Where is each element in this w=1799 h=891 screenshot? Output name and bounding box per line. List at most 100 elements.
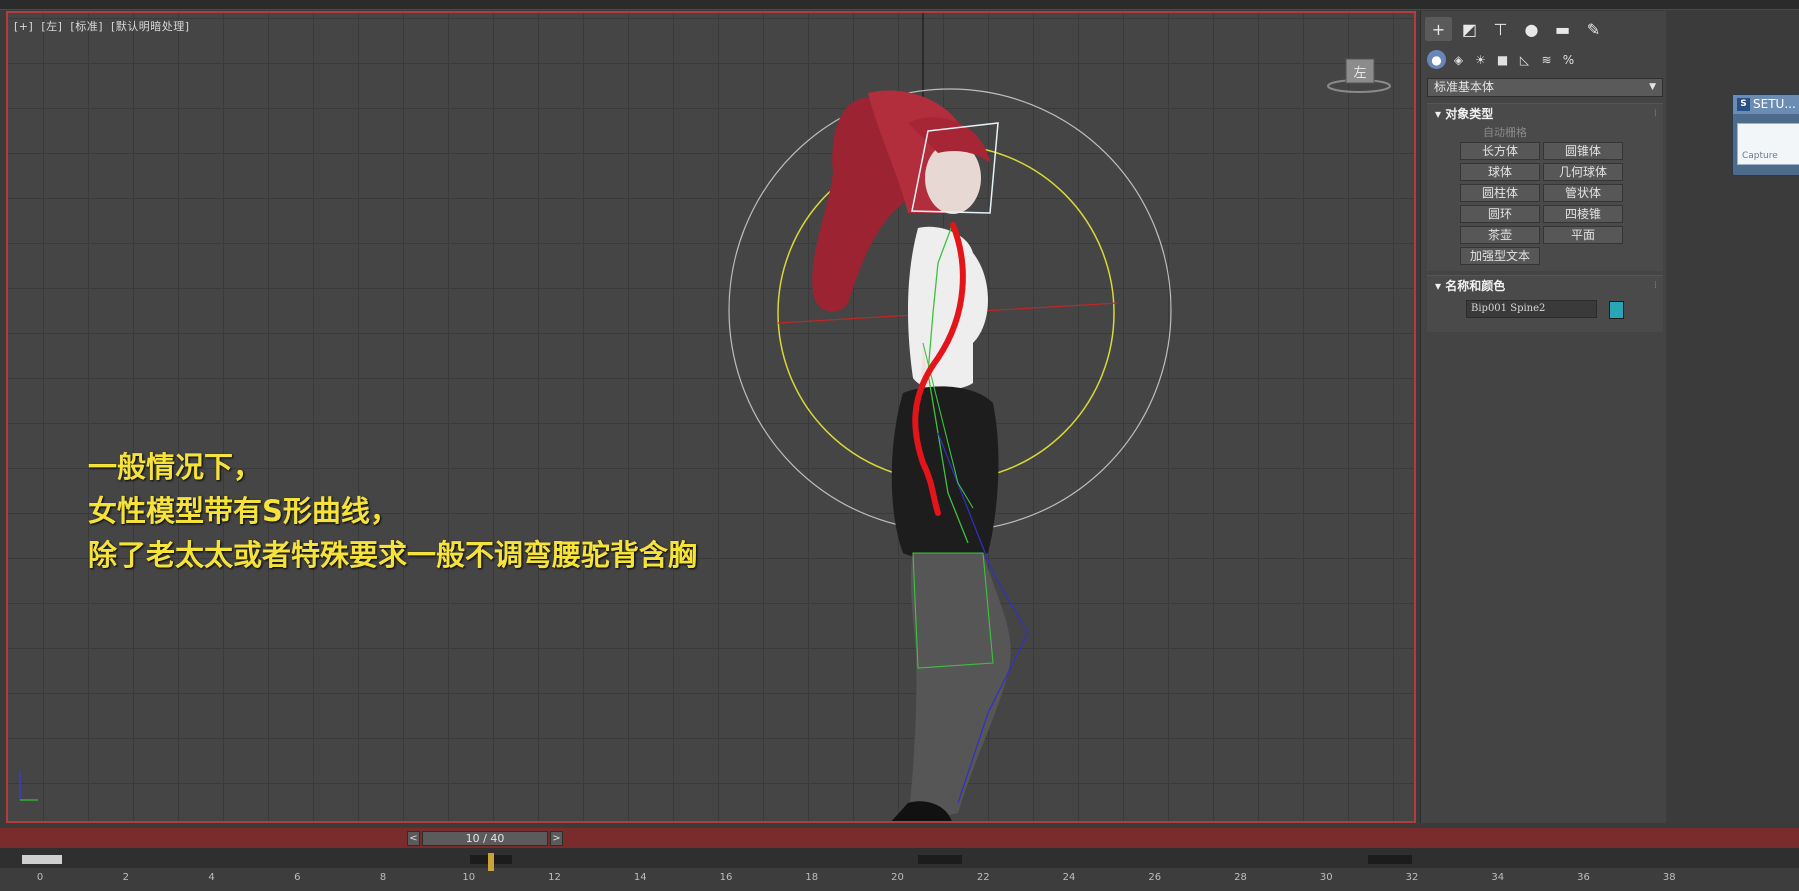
trackbar-tick-label: 2: [122, 872, 129, 883]
helpers-icon[interactable]: ◺: [1515, 50, 1534, 69]
pyramid-button[interactable]: 四棱锥: [1543, 205, 1623, 223]
box-button[interactable]: 长方体: [1460, 142, 1540, 160]
motion-tab[interactable]: ●: [1518, 17, 1545, 41]
teapot-button[interactable]: 茶壶: [1460, 226, 1540, 244]
modify-icon: ◩: [1461, 19, 1478, 39]
name-color-header[interactable]: ▾ 名称和颜色 ⁞: [1427, 276, 1663, 296]
object-type-rollout: ▾ 对象类型 ⁞ 自动栅格 长方体 圆锥体 球体 几何球体 圆柱体 管状体 圆环…: [1427, 103, 1663, 271]
geosphere-button[interactable]: 几何球体: [1543, 163, 1623, 181]
time-slider-thumb[interactable]: 10 / 40: [422, 831, 548, 846]
torus-button[interactable]: 圆环: [1460, 205, 1540, 223]
trackbar-tick-label: 32: [1405, 872, 1419, 883]
plane-button[interactable]: 平面: [1543, 226, 1623, 244]
wrench-icon: ✎: [1586, 19, 1601, 39]
name-color-title: 名称和颜色: [1445, 279, 1506, 293]
sphere-button[interactable]: 球体: [1460, 163, 1540, 181]
category-dropdown-value: 标准基本体: [1434, 80, 1495, 94]
category-dropdown[interactable]: 标准基本体 ▼: [1427, 78, 1663, 97]
tube-button[interactable]: 管状体: [1543, 184, 1623, 202]
caption-line-3: 除了老太太或者特殊要求一般不调弯腰驼背含胸: [88, 538, 698, 572]
trackbar-range-marker: [22, 855, 62, 864]
trackbar-tick-label: 0: [36, 872, 44, 883]
viewcube[interactable]: 左: [1326, 51, 1392, 101]
create-tab[interactable]: +: [1425, 17, 1452, 41]
motion-icon: ●: [1524, 19, 1539, 39]
modify-tab[interactable]: ◩: [1456, 17, 1483, 41]
title-strip: [0, 0, 1799, 10]
setup-window-title: SETU...: [1753, 97, 1796, 111]
object-name-field[interactable]: Bip001 Spine2: [1466, 300, 1597, 318]
time-prev-button[interactable]: <: [407, 831, 420, 846]
rollout-collapse-icon: ▾: [1435, 107, 1446, 121]
name-color-rollout: ▾ 名称和颜色 ⁞ Bip001 Spine2: [1427, 275, 1663, 332]
character-model: [812, 90, 1029, 821]
object-color-swatch[interactable]: [1609, 301, 1624, 319]
subtitle-caption: 一般情况下， 女性模型带有S形曲线， 除了老太太或者特殊要求一般不调弯腰驼背含胸: [88, 445, 697, 577]
geometry-icon[interactable]: ●: [1427, 50, 1446, 69]
trackbar-tick-label: 38: [1662, 872, 1676, 883]
trackbar-tick-label: 28: [1234, 872, 1247, 883]
trackbar-tick-label: 24: [1062, 872, 1076, 883]
display-icon: ▬: [1554, 19, 1571, 39]
create-category-tabs: ● ◈ ☀ ■ ◺ ≋ %: [1427, 50, 1578, 69]
object-type-buttons: 长方体 圆锥体 球体 几何球体 圆柱体 管状体 圆环 四棱锥 茶壶 平面 加强型…: [1427, 142, 1663, 271]
plus-icon: +: [1431, 19, 1446, 39]
caption-line-2: 女性模型带有S形曲线，: [88, 494, 399, 528]
cylinder-button[interactable]: 圆柱体: [1460, 184, 1540, 202]
rollout-grip-icon: ⁞: [1653, 108, 1657, 119]
time-slider-bar[interactable]: [0, 828, 1799, 848]
lights-icon[interactable]: ☀: [1471, 50, 1490, 69]
trackbar-tick-label: 18: [805, 872, 819, 883]
viewcube-face-label: 左: [1353, 66, 1366, 81]
setup-floating-window[interactable]: S SETU... Capture: [1732, 94, 1799, 176]
trackbar-tick-label: 20: [891, 872, 904, 883]
textplus-button[interactable]: 加强型文本: [1460, 247, 1540, 265]
cameras-icon[interactable]: ■: [1493, 50, 1512, 69]
hierarchy-icon: ⊤: [1493, 19, 1508, 39]
object-type-title: 对象类型: [1445, 107, 1494, 121]
setup-window-body[interactable]: Capture: [1737, 123, 1799, 165]
trackbar-tick-label: 4: [208, 872, 215, 883]
setup-app-icon: S: [1737, 98, 1750, 111]
cone-button[interactable]: 圆锥体: [1543, 142, 1623, 160]
command-panel: + ◩ ⊤ ● ▬ ✎ ● ◈ ☀ ■ ◺ ≋ % 标准基本体 ▼ ▾ 对象类型…: [1420, 11, 1666, 823]
dropdown-arrow-icon: ▼: [1649, 82, 1656, 92]
setup-window-titlebar[interactable]: S SETU...: [1733, 95, 1799, 114]
trackbar-tick-label: 34: [1491, 872, 1505, 883]
character-legs: [908, 553, 1011, 821]
spacewarps-icon[interactable]: ≋: [1537, 50, 1556, 69]
trackbar-tick-label: 26: [1148, 872, 1162, 883]
autogrid-label: 自动栅格: [1483, 126, 1527, 139]
trackbar-tick-label: 36: [1577, 872, 1590, 883]
caption-line-1: 一般情况下，: [88, 450, 263, 484]
shapes-icon[interactable]: ◈: [1449, 50, 1468, 69]
current-frame-indicator: [488, 853, 494, 871]
trackbar-tick-label: 16: [719, 872, 733, 883]
hierarchy-tab[interactable]: ⊤: [1487, 17, 1514, 41]
viewport-left[interactable]: [+] [左] [标准] [默认明暗处理] 左 一般情况下， 女性模型带有S形曲…: [6, 11, 1416, 823]
key-marker: [918, 855, 962, 864]
axis-tripod-icon: [19, 772, 38, 801]
object-type-header[interactable]: ▾ 对象类型 ⁞: [1427, 104, 1663, 124]
setup-capture-label: Capture: [1742, 151, 1778, 161]
trackbar-keys-strip[interactable]: [0, 848, 1799, 871]
scene-canvas[interactable]: [8, 13, 1416, 823]
trackbar-tick-label: 8: [379, 872, 387, 883]
trackbar-tick-label: 14: [633, 872, 647, 883]
display-tab[interactable]: ▬: [1549, 17, 1576, 41]
utilities-tab[interactable]: ✎: [1580, 17, 1607, 41]
systems-icon[interactable]: %: [1559, 50, 1578, 69]
character-shirt: [908, 226, 988, 390]
time-slider-label: 10 / 40: [465, 832, 505, 845]
trackbar-tick-label: 6: [294, 872, 301, 883]
trackbar[interactable]: 0 2 4 6 8 10 12 14 16 18 20 22 24 26 28 30 32 34 36 38: [0, 848, 1799, 891]
rollout-grip-icon: ⁞: [1653, 280, 1657, 291]
command-panel-tabs: + ◩ ⊤ ● ▬ ✎: [1425, 17, 1607, 41]
key-marker: [1368, 855, 1412, 864]
autogrid-checkbox[interactable]: 自动栅格: [1427, 124, 1663, 142]
time-next-button[interactable]: >: [550, 831, 563, 846]
rollout-collapse-icon: ▾: [1435, 279, 1446, 293]
trackbar-tick-label: 22: [976, 872, 990, 883]
trackbar-tick-label: 30: [1319, 872, 1333, 883]
trackbar-tick-label: 10: [462, 872, 476, 883]
